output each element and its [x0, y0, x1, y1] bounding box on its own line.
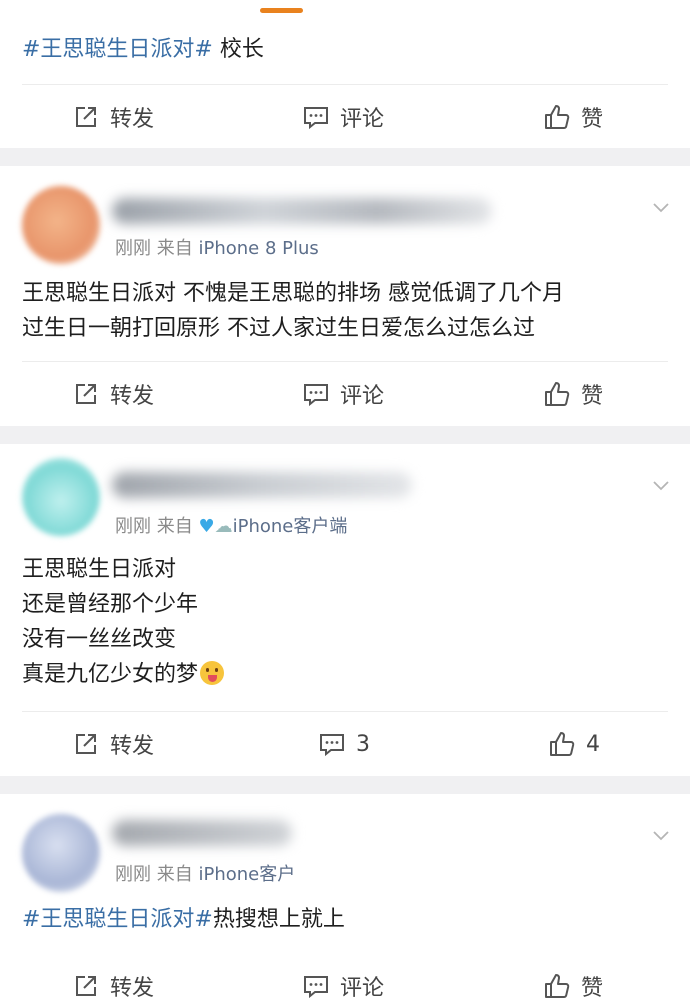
divider	[22, 84, 668, 85]
emoji-icon	[200, 661, 225, 685]
divider	[22, 711, 668, 712]
like-button[interactable]: 赞	[543, 966, 603, 1006]
post-from: 来自	[156, 516, 193, 537]
comment-button[interactable]: 评论	[302, 97, 384, 137]
like-icon	[545, 105, 570, 129]
comment-button[interactable]: 评论	[302, 374, 384, 414]
post-card-1[interactable]: #王思聪生日派对# 校长 转发 评论 赞	[0, 0, 690, 148]
post-time: 刚刚	[115, 516, 151, 537]
username-blurred[interactable]	[112, 198, 492, 224]
feed-separator	[0, 426, 690, 444]
action-bar: 转发 3 4	[0, 724, 690, 764]
repost-button[interactable]: 转发	[72, 966, 154, 1006]
comment-icon	[304, 976, 328, 999]
post-source[interactable]: iPhone客户端	[233, 516, 348, 537]
avatar[interactable]	[22, 814, 100, 892]
feed-separator	[0, 776, 690, 794]
comment-button[interactable]: 评论	[302, 966, 384, 1006]
like-label: 赞	[581, 976, 604, 1001]
comment-label: 评论	[340, 107, 385, 132]
post-time: 刚刚	[115, 238, 151, 259]
action-bar: 转发 评论 赞	[0, 97, 690, 137]
repost-label: 转发	[110, 384, 155, 409]
like-button[interactable]: 赞	[543, 97, 603, 137]
post-card-3[interactable]: 刚刚 来自 ♥☁iPhone客户端 王思聪生日派对 还是曾经那个少年 没有一丝丝…	[0, 444, 690, 776]
like-icon	[545, 974, 570, 998]
repost-icon	[76, 976, 96, 996]
post-content: #王思聪生日派对#热搜想上就上	[22, 907, 345, 932]
like-icon	[545, 382, 570, 406]
content-line: 真是九亿少女的梦	[22, 657, 668, 692]
repost-button[interactable]: 转发	[72, 724, 154, 764]
cloud-icon: ☁	[214, 516, 233, 537]
divider	[22, 361, 668, 362]
post-from: 来自	[156, 864, 193, 885]
repost-icon	[76, 107, 96, 127]
comment-icon	[320, 734, 344, 757]
like-button[interactable]: 赞	[543, 374, 603, 414]
comment-label: 评论	[340, 384, 385, 409]
username-blurred[interactable]	[112, 820, 292, 846]
repost-button[interactable]: 转发	[72, 97, 154, 137]
topic-link[interactable]: #王思聪生日派对#	[22, 37, 213, 62]
post-content: #王思聪生日派对# 校长	[22, 37, 264, 62]
action-bar: 转发 评论 赞	[0, 966, 690, 1006]
comment-label: 评论	[340, 976, 385, 1001]
chevron-down-icon[interactable]	[652, 476, 670, 494]
like-label: 赞	[581, 107, 604, 132]
comment-button[interactable]: 3	[318, 724, 370, 764]
content-line: 还是曾经那个少年	[22, 592, 199, 617]
post-from: 来自	[156, 238, 193, 259]
post-source[interactable]: iPhone客户	[198, 864, 295, 885]
post-meta: 刚刚 来自 iPhone客户	[115, 860, 295, 886]
repost-label: 转发	[110, 107, 155, 132]
like-button[interactable]: 4	[548, 724, 600, 764]
like-count: 4	[586, 731, 600, 757]
post-time: 刚刚	[115, 864, 151, 885]
comment-icon	[304, 107, 328, 130]
feed-separator	[0, 148, 690, 166]
post-meta: 刚刚 来自 iPhone 8 Plus	[115, 234, 319, 260]
post-card-4[interactable]: 刚刚 来自 iPhone客户 #王思聪生日派对#热搜想上就上 转发 评论 赞	[0, 794, 690, 1001]
repost-button[interactable]: 转发	[72, 374, 154, 414]
like-icon	[550, 732, 575, 756]
post-card-2[interactable]: 刚刚 来自 iPhone 8 Plus 王思聪生日派对 不愧是王思聪的排场 感觉…	[0, 166, 690, 426]
content-line: 王思聪生日派对	[22, 557, 177, 582]
like-label: 赞	[581, 384, 604, 409]
heart-icon: ♥	[198, 516, 215, 537]
repost-label: 转发	[110, 976, 155, 1001]
avatar[interactable]	[22, 458, 100, 536]
comment-icon	[304, 384, 328, 407]
post-meta: 刚刚 来自 ♥☁iPhone客户端	[115, 512, 347, 538]
chevron-down-icon[interactable]	[652, 198, 670, 216]
chevron-down-icon[interactable]	[652, 826, 670, 844]
repost-icon	[76, 734, 96, 754]
avatar[interactable]	[22, 186, 100, 264]
username-blurred[interactable]	[112, 472, 412, 498]
post-content: 王思聪生日派对 不愧是王思聪的排场 感觉低调了几个月 过生日一朝打回原形 不过人…	[22, 281, 564, 341]
comment-count: 3	[356, 731, 370, 757]
repost-label: 转发	[110, 734, 155, 759]
topic-link[interactable]: #王思聪生日派对#	[22, 907, 213, 932]
repost-icon	[76, 384, 96, 404]
content-line: 没有一丝丝改变	[22, 627, 177, 652]
post-source[interactable]: iPhone 8 Plus	[198, 238, 318, 259]
action-bar: 转发 评论 赞	[0, 374, 690, 414]
